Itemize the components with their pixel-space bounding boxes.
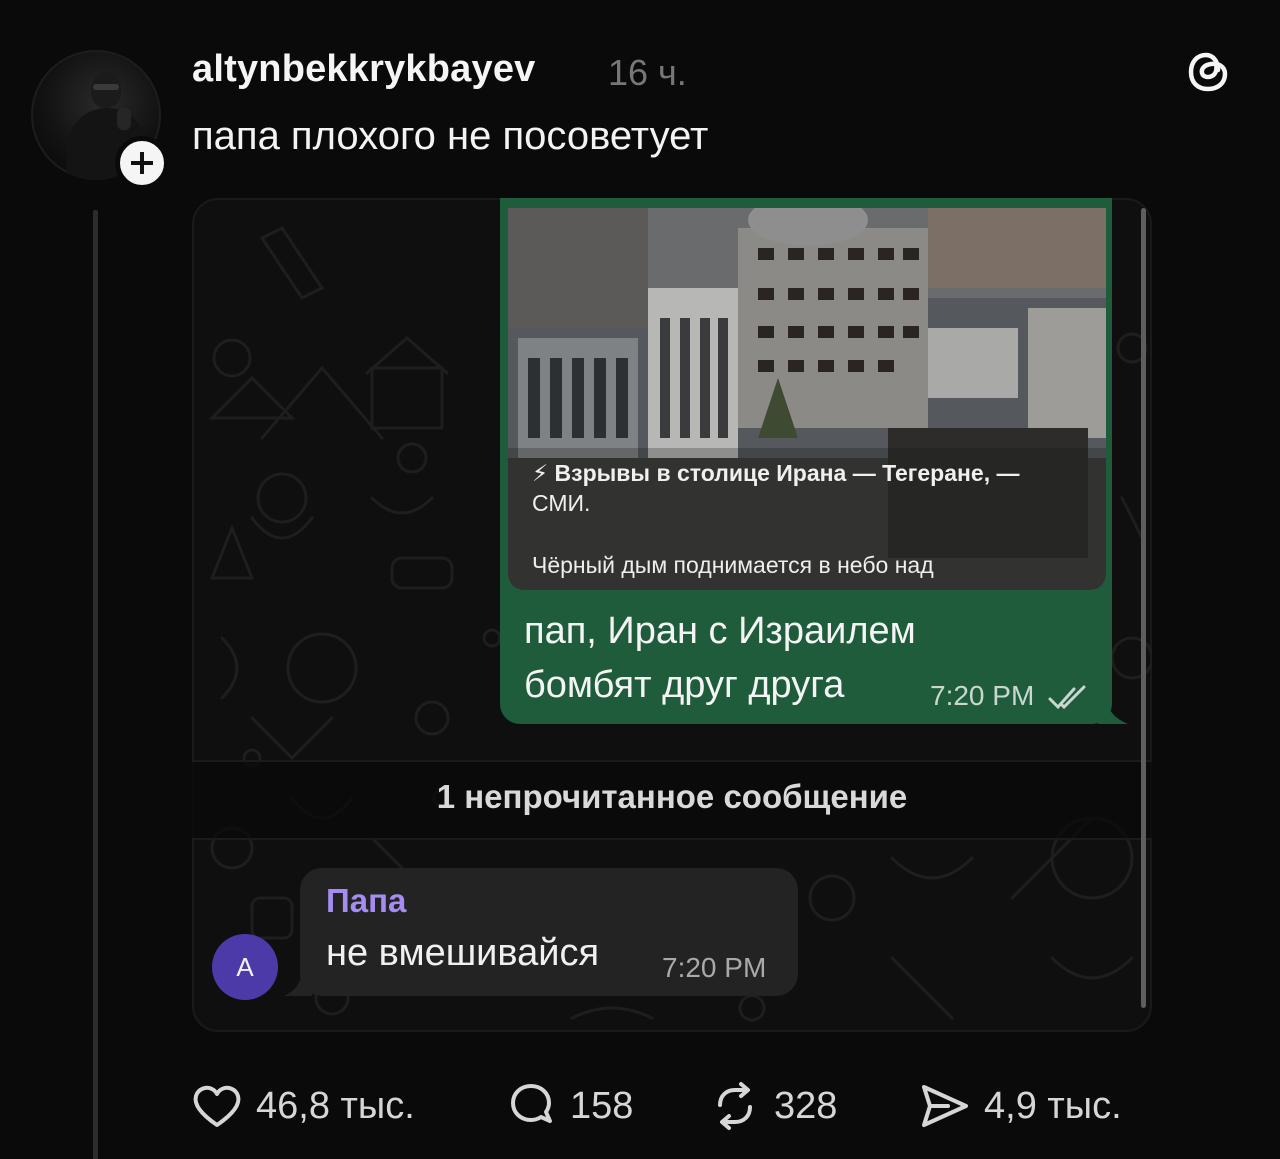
post-actions: 46,8 тыс. 158 328 4,9 тыс. [190, 1076, 1190, 1136]
post-time: 16 ч. [608, 52, 687, 93]
news-photo[interactable] [508, 208, 1106, 590]
share-count: 4,9 тыс. [984, 1084, 1122, 1127]
news-title: ⚡ Взрывы в столице Ирана — Тегеране, — С… [532, 458, 1092, 518]
heart-icon [193, 1085, 241, 1127]
follow-button[interactable] [115, 136, 169, 190]
avatar-hand [117, 108, 131, 130]
chat-screenshot[interactable]: ⚡ Взрывы в столице Ирана — Тегеране, — С… [192, 198, 1152, 1032]
incoming-message-text: не вмешивайся [326, 932, 600, 974]
share-button[interactable]: 4,9 тыс. [918, 1076, 1122, 1136]
plus-icon [131, 152, 153, 174]
unread-label: 1 непрочитанное сообщение [436, 778, 908, 815]
like-count: 46,8 тыс. [256, 1084, 415, 1127]
outgoing-text-line2: бомбят друг друга [524, 664, 845, 706]
comment-count: 158 [570, 1084, 634, 1127]
thread-line [93, 210, 98, 1159]
outgoing-message-text: пап, Иран с Израилем бомбят друг друга [524, 604, 944, 712]
incoming-message-time: 7:20 PM [662, 952, 767, 983]
sender-avatar[interactable]: A [212, 934, 278, 1000]
post-caption: папа плохого не посоветует [192, 114, 709, 158]
outgoing-text-line1: пап, Иран с Израилем [524, 610, 916, 652]
chat-scrollbar[interactable] [1141, 208, 1146, 1008]
city-buildings-image [508, 208, 1106, 590]
threads-post: altynbekkrykbayev 16 ч. папа плохого не … [0, 0, 1280, 1159]
avatar-glasses [93, 84, 119, 90]
comment-icon [511, 1084, 552, 1123]
bubble-tail [1098, 698, 1128, 724]
repost-button[interactable]: 328 [708, 1076, 837, 1136]
share-icon [922, 1085, 968, 1127]
repost-count: 328 [774, 1084, 838, 1127]
news-title-line2: СМИ. [532, 490, 591, 516]
news-subtitle: Чёрный дым поднимается в небо над [532, 552, 934, 578]
double-check-icon [1048, 685, 1086, 710]
comment-button[interactable]: 158 [504, 1076, 633, 1136]
repost-icon [718, 1082, 752, 1130]
threads-logo-icon[interactable] [1182, 46, 1234, 98]
outgoing-message-time: 7:20 PM [930, 680, 1035, 711]
incoming-sender-name[interactable]: Папа [326, 882, 406, 920]
news-title-line1: ⚡ Взрывы в столице Ирана — Тегеране, — [532, 460, 1020, 486]
author-username[interactable]: altynbekkrykbayev [192, 48, 536, 91]
bubble-tail [284, 968, 312, 996]
avatar-head [91, 72, 121, 108]
like-button[interactable]: 46,8 тыс. [190, 1076, 415, 1136]
